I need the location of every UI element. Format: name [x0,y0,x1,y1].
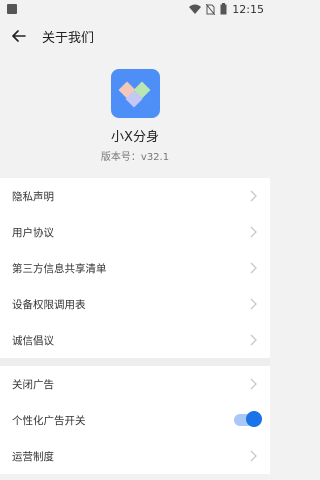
diamonds-logo-icon [118,81,151,107]
chevron-right-icon [250,190,257,202]
third-party-sharing-item[interactable]: 第三方信息共享清单 [0,250,270,286]
arrow-left-icon [12,30,26,42]
chevron-right-icon [250,226,257,238]
about-links-list: 隐私声明 用户协议 第三方信息共享清单 设备权限调用表 诚信倡议 [0,178,270,358]
list-item-label: 个性化广告开关 [12,414,86,427]
page-title: 关于我们 [42,30,95,46]
back-button[interactable] [10,27,28,45]
notification-icon [7,4,17,14]
list-item-label: 设备权限调用表 [12,298,86,311]
section-divider [0,358,270,366]
toggle-knob [246,411,262,427]
app-bar: 关于我们 [0,18,270,54]
app-logo [110,69,160,118]
chevron-right-icon [250,334,257,346]
app-name: 小X分身 [111,130,159,145]
clock: 12:15 [232,2,264,16]
device-permissions-item[interactable]: 设备权限调用表 [0,286,270,322]
user-agreement-item[interactable]: 用户协议 [0,214,270,250]
list-item-label: 用户协议 [12,226,54,239]
status-bar: 12:15 [0,0,270,18]
app-info-header: 小X分身 版本号：v32.1 [0,54,270,178]
battery-icon [220,3,227,15]
no-sim-icon [206,3,216,15]
ad-settings-list: 关闭广告 个性化广告开关 运营制度 [0,366,270,474]
integrity-initiative-item[interactable]: 诚信倡议 [0,322,270,358]
close-ads-item[interactable]: 关闭广告 [0,366,270,402]
list-item-label: 第三方信息共享清单 [12,262,107,275]
list-item-label: 关闭广告 [12,378,54,391]
chevron-right-icon [250,262,257,274]
personalized-ads-item: 个性化广告开关 [0,402,270,438]
app-version: 版本号：v32.1 [100,152,170,163]
list-item-label: 隐私声明 [12,190,54,203]
privacy-statement-item[interactable]: 隐私声明 [0,178,270,214]
list-item-label: 运营制度 [12,450,54,463]
chevron-right-icon [250,450,257,462]
list-item-label: 诚信倡议 [12,334,54,347]
operation-rules-item[interactable]: 运营制度 [0,438,270,474]
chevron-right-icon [250,378,257,390]
personalized-ads-toggle[interactable] [234,411,262,427]
chevron-right-icon [250,298,257,310]
wifi-icon [189,4,202,14]
